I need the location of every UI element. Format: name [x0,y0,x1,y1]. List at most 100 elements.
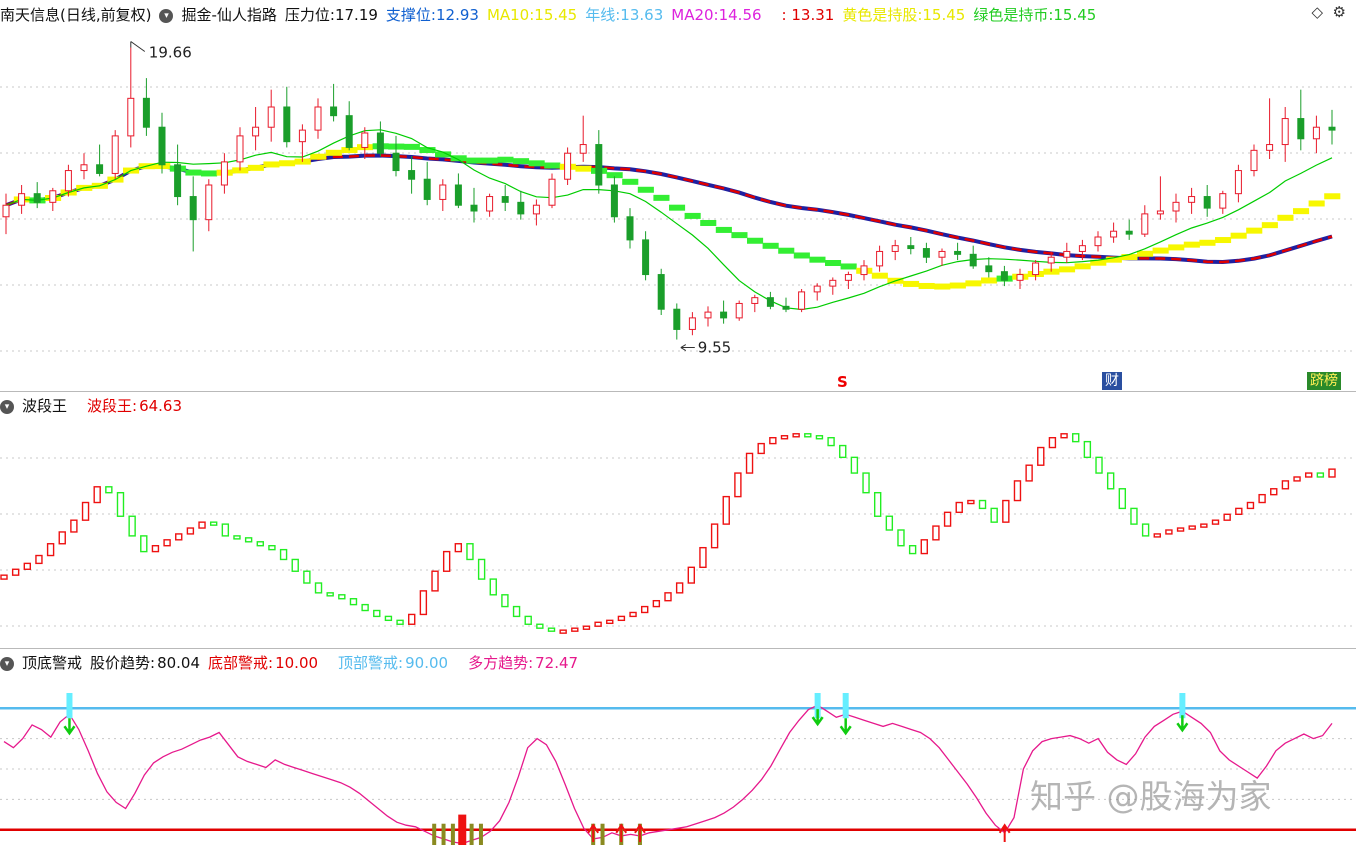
ribbon-segment [1199,239,1216,246]
wave-bar [501,594,509,608]
wave-bar [641,605,649,614]
candle-body [470,204,478,212]
multi-trend-value: 72.47 [535,654,579,672]
wave-bar [1165,529,1173,535]
ribbon-segment [1168,244,1185,251]
candle-body [1172,201,1180,212]
candle-body [96,164,104,174]
gear-icon[interactable]: ⚙ [1333,3,1346,21]
candle-body [298,129,306,143]
wave-bar [442,550,451,572]
wave-bar [792,433,800,438]
wave-bar [1235,507,1243,515]
candle-body [1125,230,1133,235]
ribbon-segment [747,237,764,244]
wave-bar [862,472,870,494]
candle-body [532,204,540,215]
candle-body [720,311,728,319]
alert-panel-title[interactable]: 顶底警戒 [22,654,82,672]
wave-bar [81,501,90,521]
bottom-alert-bar [478,823,483,845]
wave-bar [186,527,195,535]
wave-bar [815,435,824,440]
wave-bar [629,611,637,618]
pressure-label: 压力位: [284,6,335,24]
wave-bar [279,548,288,561]
bottom-alert-bar [469,823,474,845]
top-bottom-alert-chart[interactable] [0,675,1356,845]
ribbon-segment [700,219,717,226]
candle-body [64,170,72,192]
wave-bar [582,625,591,630]
wave-bar [11,568,20,576]
candle-body [876,250,884,267]
alert-menu-icon[interactable]: ▾ [0,656,14,671]
watermark: 知乎 @股海为家 [1030,777,1272,816]
candle-body [517,201,525,215]
candle-body [2,204,10,218]
candle-body [1266,144,1274,151]
wave-bar [710,523,719,549]
wave-bar [699,546,707,569]
candle-body [922,248,930,258]
ribbon-segment [840,263,857,270]
indicator-name[interactable]: 掘金-仙人指路 [181,6,276,24]
candle-body [751,297,759,304]
candle-body [345,115,353,148]
wave-bar [373,609,381,618]
wave-bar [349,598,358,606]
buy-arrow-icon [615,823,628,842]
ribbon-segment [1324,193,1341,200]
ribbon-segment [934,283,951,290]
ma10-value: 15.45 [534,6,578,24]
wave-bar [466,543,474,561]
candle-body [486,196,494,212]
ribbon-segment [310,153,327,160]
candle-body [111,135,119,174]
ribbon-segment [809,256,826,263]
bottom-alert-bar [600,823,605,845]
candle-body [844,274,852,281]
pressure-value: 17.19 [334,6,378,24]
candle-body [735,302,743,319]
wave-bar [1293,476,1301,482]
yellow-hold-label: 黄色是持股: [842,6,923,24]
candle-body [283,106,291,143]
wave-bar [512,605,521,618]
top-alert-bar [1179,693,1186,719]
buy-arrow-icon [587,823,600,842]
ribbon-segment [1183,241,1200,248]
wave-bar [885,515,894,531]
bottom-alert-label: 底部警戒: [208,654,274,672]
candle-body [1141,213,1149,235]
alert-panel-header: ▾ 顶底警戒 股价趋势: 80.04 底部警戒: 10.00 顶部警戒: 90.00 多方趋势:… [0,651,586,675]
indicator-menu-icon[interactable]: ▾ [159,8,174,23]
ribbon-segment [497,156,514,163]
chart-title[interactable]: 南天信息(日线,前复权) [0,6,151,24]
ma10-line [5,129,1333,311]
yellow-hold-value: 15.45 [922,6,966,24]
finance-tag[interactable]: 财 [1102,372,1122,390]
wave-menu-icon[interactable]: ▾ [0,399,14,414]
candle-body [423,178,431,200]
ribbon-segment [528,160,545,167]
wave-bar [547,627,556,632]
wave-bar [1316,472,1325,478]
high-pointer [130,41,146,52]
wave-bar [652,599,661,608]
candle-body [579,144,587,154]
bottom-signal-bar [458,814,467,845]
wave-king-chart[interactable] [0,418,1356,646]
ribbon-segment [466,157,483,164]
wave-bar [116,491,125,517]
wave-bar [606,619,614,625]
diamond-icon[interactable]: ◇ [1311,3,1323,21]
candlestick-chart[interactable]: 19.66 9.55 [0,27,1356,392]
wave-panel-title[interactable]: 波段王 [22,397,67,415]
wave-bar [58,531,66,545]
wave-bar [1305,472,1313,478]
rank-tag[interactable]: 跻榜 [1307,372,1341,390]
candle-body [392,152,400,172]
wave-bar [454,543,463,553]
candle-body [860,265,868,276]
